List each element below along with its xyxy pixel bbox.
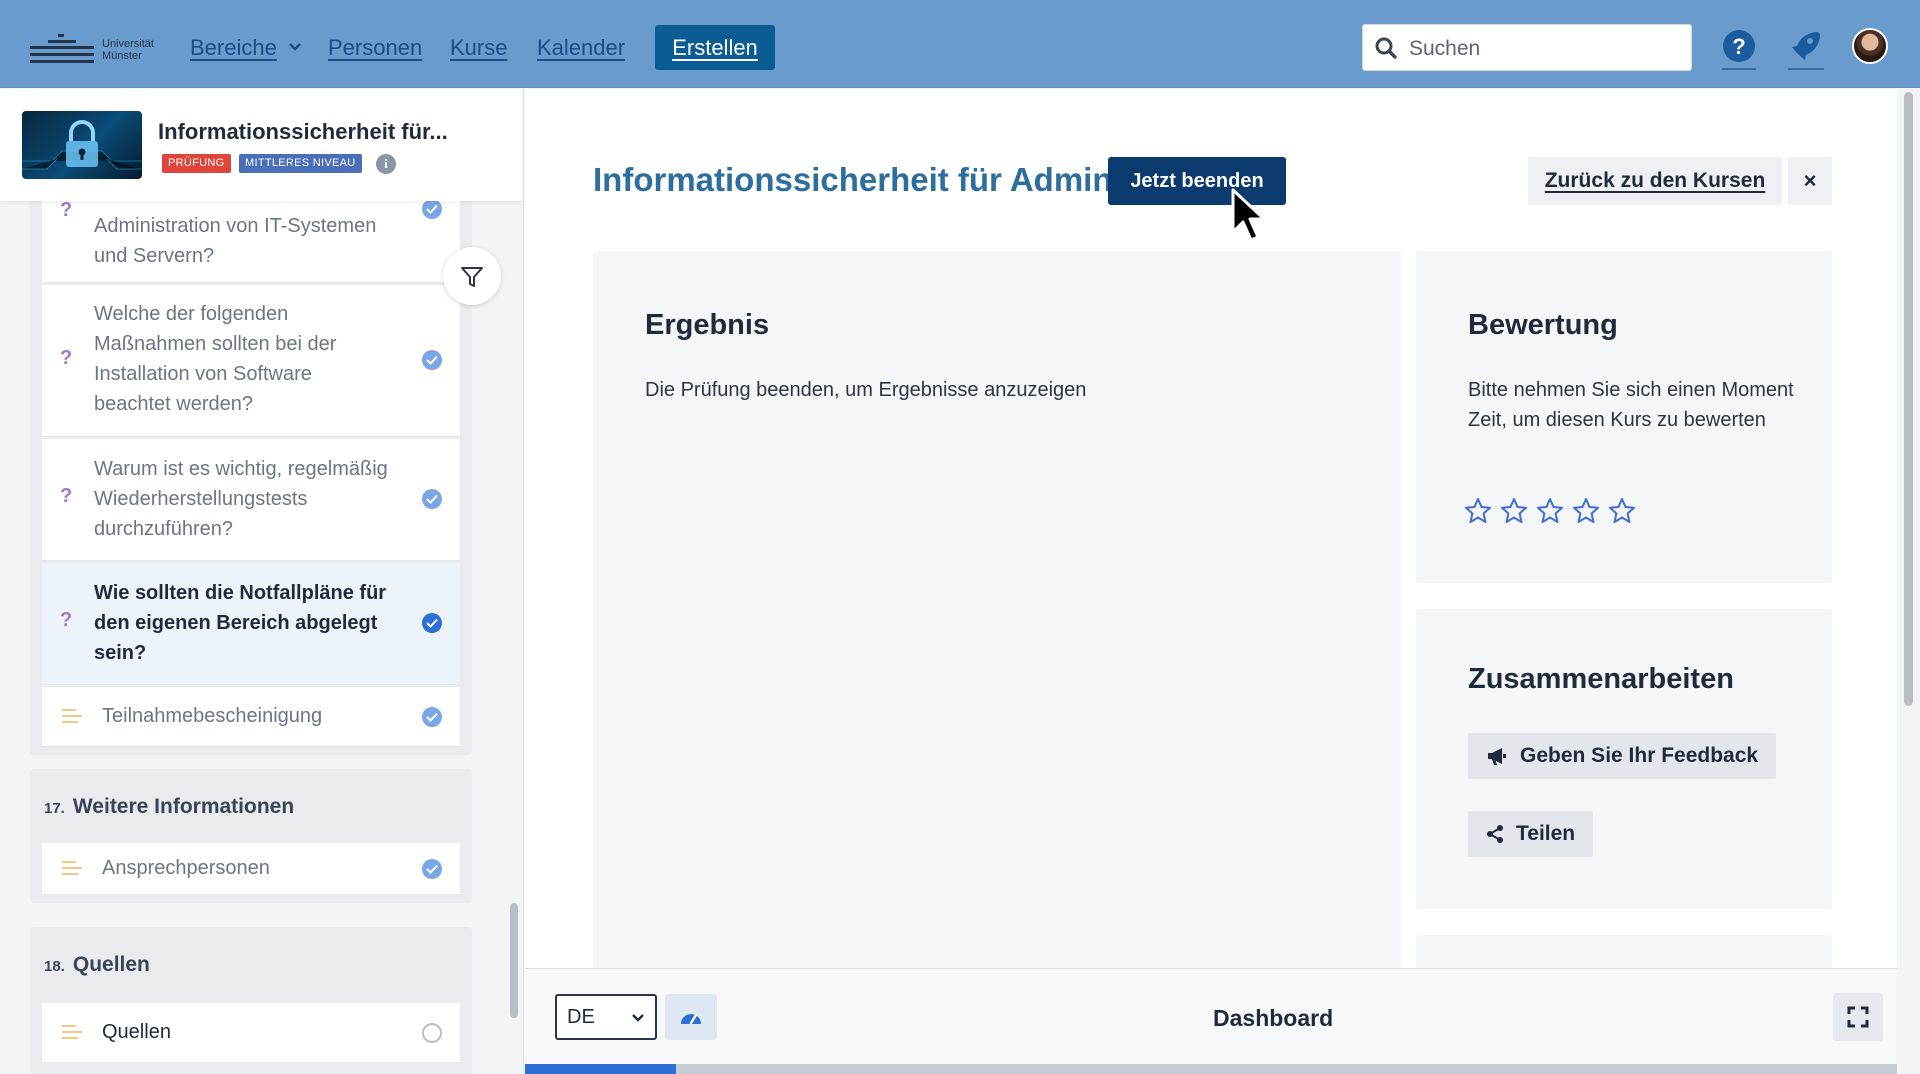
list-item[interactable]: ? Welche der folgenden Maßnahmen sollten…	[42, 285, 460, 437]
incomplete-circle-icon	[422, 1023, 442, 1043]
result-heading: Ergebnis	[645, 309, 770, 341]
item-label: Welche der folgenden Maßnahmen sollten b…	[94, 303, 337, 415]
item-label: Warum ist es wichtig, regelmäßig Wiederh…	[94, 458, 388, 540]
sidebar-scrollbar[interactable]	[510, 903, 518, 1018]
rating-text: Bitte nehmen Sie sich einen Moment Zeit,…	[1468, 379, 1794, 431]
question-icon: ?	[60, 347, 73, 369]
list-item[interactable]: Teilnahmebescheinigung	[42, 687, 460, 747]
star-icon[interactable]	[1536, 497, 1564, 525]
item-label: Quellen	[102, 1021, 171, 1043]
course-thumbnail	[22, 111, 142, 179]
result-card: Ergebnis Die Prüfung beenden, um Ergebni…	[593, 251, 1401, 971]
close-button[interactable]: ×	[1788, 157, 1832, 205]
item-label: Ansprechpersonen	[102, 857, 270, 879]
share-label: Teilen	[1516, 822, 1576, 845]
star-icon[interactable]	[1608, 497, 1636, 525]
rating-card: Bewertung Bitte nehmen Sie sich einen Mo…	[1416, 251, 1832, 583]
course-sidebar: Informationssicherheit für... PRÜFUNG MI…	[0, 89, 524, 1074]
search-input[interactable]: Suchen	[1362, 24, 1692, 71]
list-item-active[interactable]: ? Wie sollten die Notfallpläne für den e…	[42, 563, 460, 685]
list-item[interactable]: Quellen	[42, 1003, 460, 1063]
list-item[interactable]: ? Administration von IT-Systemen und Ser…	[42, 189, 460, 283]
svg-text:?: ?	[1732, 34, 1745, 59]
check-icon	[422, 350, 442, 370]
nav-link-kurse[interactable]: Kurse	[450, 35, 507, 61]
progress-fill	[525, 1064, 676, 1074]
megaphone-icon	[1488, 748, 1506, 765]
check-icon	[422, 859, 442, 879]
star-icon[interactable]	[1464, 497, 1492, 525]
exam-badge: PRÜFUNG	[162, 154, 231, 173]
bottom-toolbar: DE Dashboard	[525, 968, 1897, 1064]
main-panel: Informationssicherheit für Admins Jetzt …	[525, 89, 1897, 1074]
item-label: Teilnahmebescheinigung	[102, 705, 323, 727]
rocket-icon[interactable]	[1788, 28, 1824, 64]
course-title: Informationssicherheit für...	[158, 119, 448, 144]
filter-button[interactable]	[443, 247, 501, 305]
page-icon	[62, 1025, 82, 1041]
mouse-cursor-icon	[1231, 188, 1266, 242]
share-icon	[1487, 825, 1503, 843]
search-icon	[1375, 37, 1397, 59]
rocket-underline	[1788, 68, 1824, 70]
language-value: DE	[567, 1006, 595, 1028]
language-select[interactable]: DE	[555, 994, 657, 1040]
collaborate-card: Zusammenarbeiten Geben Sie Ihr Feedback …	[1416, 609, 1832, 909]
progress-bar	[525, 1064, 1897, 1074]
check-icon	[422, 199, 442, 219]
dashboard-label: Dashboard	[1213, 1005, 1334, 1031]
list-item[interactable]: Ansprechpersonen	[42, 843, 460, 895]
question-icon: ?	[60, 609, 73, 631]
nav-link-personen[interactable]: Personen	[328, 35, 422, 61]
check-icon	[422, 489, 442, 509]
chevron-down-icon[interactable]	[288, 40, 302, 54]
page-title: Informationssicherheit für Admins	[593, 161, 1131, 198]
star-icon[interactable]	[1572, 497, 1600, 525]
feedback-label: Geben Sie Ihr Feedback	[1520, 744, 1759, 767]
create-button[interactable]: Erstellen	[655, 25, 775, 70]
gauge-icon	[681, 1013, 701, 1025]
back-to-courses-button[interactable]: Zurück zu den Kursen	[1528, 157, 1782, 205]
rating-heading: Bewertung	[1468, 309, 1618, 341]
university-logo[interactable]: Universität Münster	[30, 26, 162, 70]
result-text: Die Prüfung beenden, um Ergebnisse anzuz…	[645, 379, 1087, 401]
chevron-down-icon	[632, 1014, 644, 1022]
star-rating	[1464, 497, 1636, 525]
collaborate-heading: Zusammenarbeiten	[1468, 663, 1734, 695]
question-icon: ?	[60, 485, 73, 507]
page-icon	[62, 861, 82, 877]
feedback-button[interactable]: Geben Sie Ihr Feedback	[1468, 733, 1777, 779]
top-navigation: Universität Münster Bereiche Personen Ku…	[0, 0, 1920, 88]
nav-link-bereiche[interactable]: Bereiche	[190, 35, 277, 61]
share-button[interactable]: Teilen	[1468, 811, 1594, 857]
help-icon[interactable]: ?	[1722, 29, 1756, 63]
fullscreen-icon	[1847, 1006, 1869, 1028]
course-header: Informationssicherheit für... PRÜFUNG MI…	[0, 89, 523, 201]
item-label: Wie sollten die Notfallpläne für den eig…	[94, 582, 387, 664]
section-title[interactable]: 17. Weitere Informationen	[44, 795, 294, 819]
logo-mark	[30, 34, 94, 64]
search-placeholder: Suchen	[1409, 37, 1481, 60]
page-icon	[62, 709, 82, 725]
main-scrollbar[interactable]	[1904, 92, 1913, 706]
check-icon	[422, 613, 442, 633]
list-item[interactable]: ? Warum ist es wichtig, regelmäßig Wiede…	[42, 439, 460, 561]
filter-icon	[461, 267, 483, 287]
section-title[interactable]: 18. Quellen	[44, 953, 150, 977]
fullscreen-button[interactable]	[1833, 993, 1883, 1041]
logo-text: Universität Münster	[102, 38, 154, 62]
help-underline	[1722, 68, 1756, 70]
info-icon[interactable]: i	[376, 154, 396, 174]
question-icon: ?	[60, 199, 73, 221]
check-icon	[422, 707, 442, 727]
item-label: Administration von IT-Systemen und Serve…	[94, 215, 377, 267]
nav-link-kalender[interactable]: Kalender	[537, 35, 625, 61]
dashboard-toggle[interactable]	[665, 994, 717, 1040]
star-icon[interactable]	[1500, 497, 1528, 525]
avatar[interactable]	[1852, 28, 1888, 64]
level-badge: MITTLERES NIVEAU	[239, 154, 362, 173]
